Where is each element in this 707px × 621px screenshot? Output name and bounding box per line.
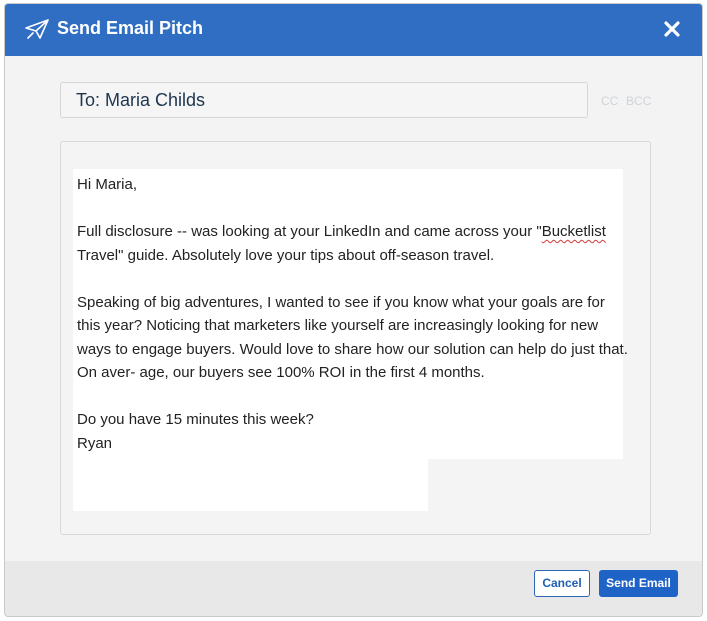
- to-recipient-field[interactable]: To: Maria Childs: [60, 82, 588, 118]
- email-greeting: Hi Maria,: [77, 176, 138, 193]
- paragraph-1-end: Travel" guide. Absolutely love your tips…: [77, 246, 495, 264]
- email-paragraph-2: Speaking of big adventures, I wanted to …: [77, 293, 628, 382]
- cancel-button[interactable]: Cancel: [534, 570, 590, 597]
- send-email-modal: Send Email Pitch To: Maria Childs CC BCC…: [4, 3, 703, 617]
- cc-link[interactable]: CC: [601, 94, 618, 108]
- paragraph-1-start: Full disclosure -- was looking at your L…: [77, 223, 542, 240]
- bcc-link[interactable]: BCC: [626, 94, 651, 108]
- misspelled-word[interactable]: Bucketlist: [542, 223, 606, 240]
- paper-plane-icon: [25, 19, 49, 39]
- send-email-button[interactable]: Send Email: [599, 570, 678, 597]
- email-body-text[interactable]: Hi Maria, Full disclosure -- was looking…: [77, 173, 629, 455]
- to-recipient-text: To: Maria Childs: [76, 90, 206, 110]
- modal-header: Send Email Pitch: [5, 4, 702, 56]
- email-body-highlight-extension: [73, 459, 428, 511]
- modal-title: Send Email Pitch: [57, 18, 204, 38]
- email-question: Do you have 15 minutes this week?: [77, 411, 314, 428]
- close-icon[interactable]: [660, 17, 684, 41]
- email-signature: Ryan: [77, 434, 113, 452]
- email-body-editor[interactable]: Hi Maria, Full disclosure -- was looking…: [60, 141, 651, 535]
- modal-footer: [5, 561, 702, 616]
- email-paragraph-1: Full disclosure -- was looking at your L…: [77, 220, 629, 267]
